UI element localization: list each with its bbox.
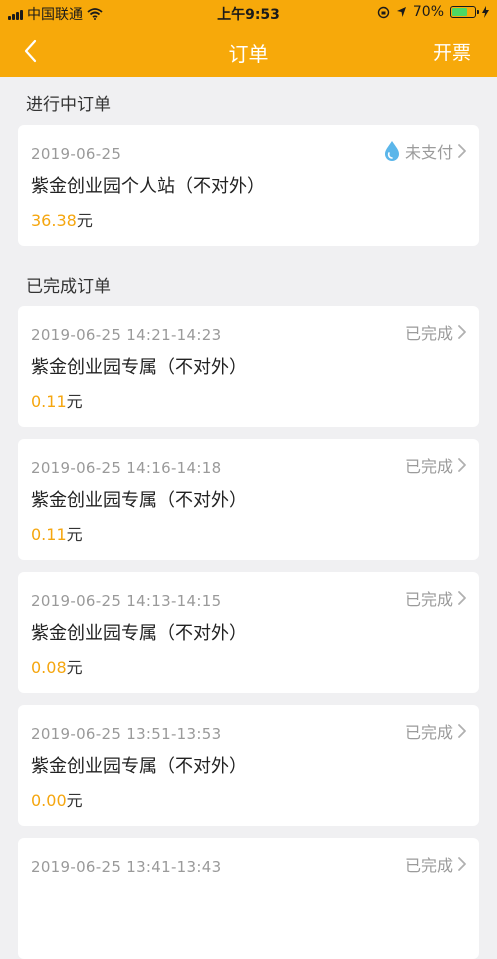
nav-bar: 订单 开票 (0, 26, 497, 77)
battery-icon (450, 6, 479, 18)
order-card-completed[interactable]: 2019-06-25 13:41-13:43 已完成 (18, 838, 479, 959)
order-status[interactable]: 已完成 (405, 453, 467, 477)
order-unit: 元 (66, 658, 83, 677)
location-icon (396, 7, 406, 17)
order-date: 2019-06-25 13:41-13:43 (31, 858, 222, 876)
chevron-right-icon (458, 458, 466, 472)
order-status-label: 未支付 (404, 143, 453, 162)
order-status-label: 已完成 (404, 457, 453, 476)
order-price: 0.11元 (31, 388, 83, 412)
rotation-lock-icon (377, 6, 390, 18)
order-card-completed[interactable]: 2019-06-25 14:16-14:18 已完成紫金创业园专属（不对外） 0.1… (18, 439, 479, 560)
order-card-ongoing[interactable]: 2019-06-25 未支付 紫金创业园个人站（不对外） 36.38元 (18, 125, 479, 246)
charging-icon (482, 6, 489, 18)
order-name: 紫金创业园专属（不对外） (31, 623, 247, 644)
order-status-label: 已完成 (404, 856, 453, 875)
ongoing-section-title: 进行中订单 (26, 95, 111, 115)
order-status[interactable]: 已完成 (405, 586, 467, 610)
order-price: 36.38元 (31, 207, 93, 231)
order-card-completed[interactable]: 2019-06-25 13:51-13:53 已完成紫金创业园专属（不对外） 0.0… (18, 705, 479, 826)
order-name: 紫金创业园专属（不对外） (31, 357, 247, 378)
order-amount: 36.38 (31, 211, 77, 230)
order-unit: 元 (66, 392, 83, 411)
order-status[interactable]: 已完成 (405, 719, 467, 743)
chevron-right-icon (458, 724, 466, 738)
order-name: 紫金创业园个人站（不对外） (31, 176, 265, 197)
order-price: 0.11元 (31, 521, 83, 545)
order-unit: 元 (76, 211, 93, 230)
chevron-right-icon (458, 591, 466, 605)
completed-section-title: 已完成订单 (26, 277, 111, 297)
chevron-right-icon (458, 144, 466, 158)
unpaid-drop-icon (384, 141, 399, 161)
order-date: 2019-06-25 13:51-13:53 (31, 725, 222, 743)
battery-percent: 70% (412, 4, 444, 20)
order-date: 2019-06-25 (31, 145, 122, 163)
order-unit: 元 (66, 791, 83, 810)
order-date: 2019-06-25 14:21-14:23 (31, 326, 222, 344)
order-price: 0.08元 (31, 654, 83, 678)
order-amount: 0.00 (31, 791, 67, 810)
order-status-label: 已完成 (404, 723, 453, 742)
order-status-label: 已完成 (404, 590, 453, 609)
order-amount: 0.08 (31, 658, 67, 677)
order-name: 紫金创业园专属（不对外） (31, 756, 247, 777)
chevron-right-icon (458, 325, 466, 339)
status-bar: 中国联通 上午9:53 70% (0, 0, 497, 26)
chevron-right-icon (458, 857, 466, 871)
order-amount: 0.11 (31, 525, 67, 544)
order-date: 2019-06-25 14:13-14:15 (31, 592, 222, 610)
invoice-button[interactable]: 开票 (433, 38, 471, 65)
header: 中国联通 上午9:53 70% 订单 开票 (0, 0, 497, 77)
order-name: 紫金创业园专属（不对外） (31, 490, 247, 511)
order-date: 2019-06-25 14:16-14:18 (31, 459, 222, 477)
order-price: 0.00元 (31, 787, 83, 811)
status-right: 70% (377, 4, 489, 20)
battery-level (452, 8, 467, 16)
order-card-completed[interactable]: 2019-06-25 14:13-14:15 已完成紫金创业园专属（不对外） 0.0… (18, 572, 479, 693)
order-status[interactable]: 未支付 (383, 139, 467, 163)
order-status[interactable]: 已完成 (405, 320, 467, 344)
order-card-completed[interactable]: 2019-06-25 14:21-14:23 已完成紫金创业园专属（不对外） 0.1… (18, 306, 479, 427)
order-unit: 元 (66, 525, 83, 544)
order-status-label: 已完成 (404, 324, 453, 343)
order-amount: 0.11 (31, 392, 67, 411)
page-title: 订单 (228, 42, 269, 66)
order-status[interactable]: 已完成 (405, 852, 467, 876)
